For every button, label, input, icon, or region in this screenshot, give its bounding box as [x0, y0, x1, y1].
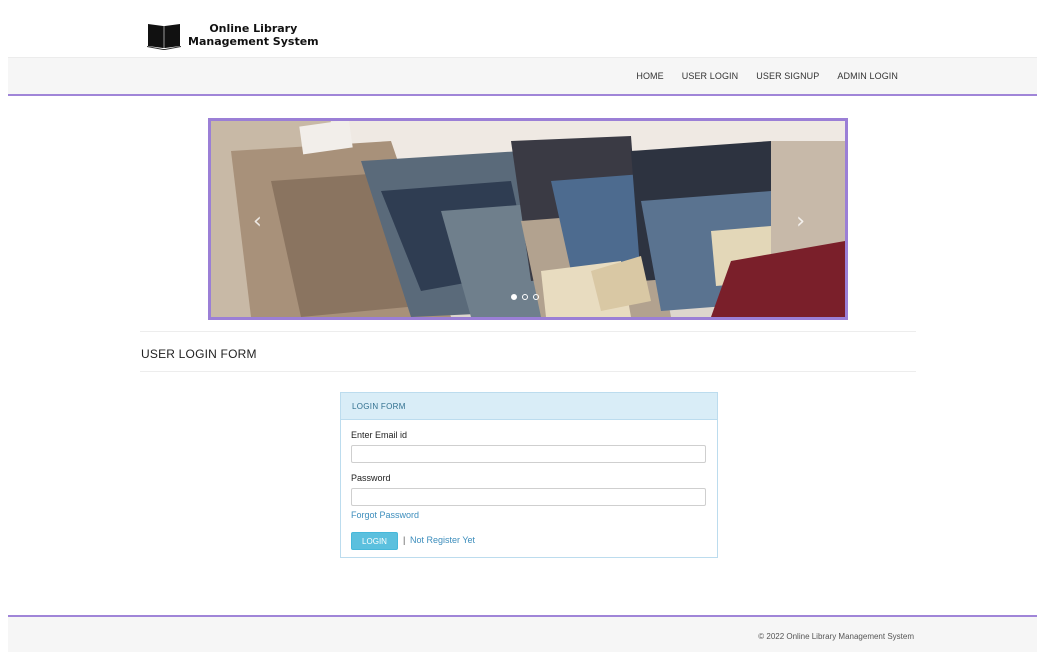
- header-bar: Online Library Management System: [8, 8, 1037, 58]
- carousel-indicators: [511, 294, 539, 300]
- main-nav: HOME USER LOGIN USER SIGNUP ADMIN LOGIN: [8, 58, 1037, 96]
- page-title: USER LOGIN FORM: [141, 347, 257, 361]
- carousel-slide-image: [211, 121, 845, 317]
- copyright-text: © 2022 Online Library Management System: [758, 632, 914, 641]
- image-carousel[interactable]: ‹ ›: [208, 118, 848, 320]
- nav-user-login[interactable]: USER LOGIN: [673, 71, 748, 81]
- carousel-dot-3[interactable]: [533, 294, 539, 300]
- nav-admin-login[interactable]: ADMIN LOGIN: [828, 71, 907, 81]
- email-field[interactable]: [351, 445, 706, 463]
- book-icon: [147, 24, 181, 50]
- nav-links: HOME USER LOGIN USER SIGNUP ADMIN LOGIN: [627, 58, 907, 94]
- nav-user-signup[interactable]: USER SIGNUP: [747, 71, 828, 81]
- brand-line-1: Online Library: [209, 22, 298, 35]
- login-form-panel: LOGIN FORM Enter Email id Password Forgo…: [340, 392, 718, 558]
- panel-heading: LOGIN FORM: [341, 393, 717, 420]
- brand-logo[interactable]: Online Library Management System: [146, 20, 319, 50]
- login-button[interactable]: LOGIN: [351, 532, 398, 550]
- link-separator: |: [403, 535, 406, 545]
- password-label: Password: [351, 473, 391, 483]
- nav-home[interactable]: HOME: [627, 71, 672, 81]
- register-link[interactable]: Not Register Yet: [410, 535, 475, 545]
- carousel-dot-1[interactable]: [511, 294, 517, 300]
- chevron-right-icon[interactable]: ›: [796, 209, 805, 234]
- carousel-dot-2[interactable]: [522, 294, 528, 300]
- password-field[interactable]: [351, 488, 706, 506]
- chevron-left-icon[interactable]: ‹: [253, 209, 262, 234]
- section-divider-top: [140, 331, 916, 332]
- email-label: Enter Email id: [351, 430, 408, 440]
- brand-name: Online Library Management System: [188, 22, 319, 48]
- brand-line-2: Management System: [188, 35, 319, 48]
- forgot-password-link[interactable]: Forgot Password: [351, 510, 419, 520]
- footer: © 2022 Online Library Management System: [8, 615, 1037, 652]
- section-divider-bottom: [140, 371, 916, 372]
